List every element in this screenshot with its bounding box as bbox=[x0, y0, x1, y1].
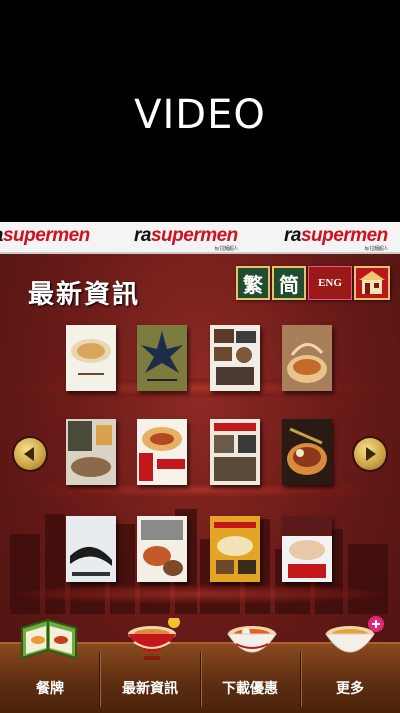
home-button[interactable] bbox=[354, 266, 390, 300]
previous-page-button[interactable] bbox=[14, 438, 46, 470]
tab-news[interactable]: 最新資訊 bbox=[100, 618, 200, 713]
arrow-left-icon bbox=[24, 447, 34, 461]
menu-book-icon bbox=[21, 618, 77, 660]
magazine-cover[interactable] bbox=[66, 325, 116, 391]
ramen-bowl-icon bbox=[128, 618, 180, 660]
arrow-right-icon bbox=[366, 447, 376, 461]
brand-logo: rasupermen by 拉麵超人 bbox=[134, 225, 238, 252]
tab-menu[interactable]: 餐牌 bbox=[0, 618, 100, 713]
shop-icon bbox=[359, 271, 385, 294]
brand-logo: rasupermen bbox=[0, 225, 90, 246]
tab-more[interactable]: 更多 bbox=[300, 616, 400, 713]
tab-news-label: 最新資訊 bbox=[122, 681, 178, 697]
magazine-cover[interactable] bbox=[282, 516, 332, 582]
magazine-cover[interactable] bbox=[137, 325, 187, 391]
ramen-bowl-icon bbox=[325, 616, 384, 653]
next-page-button[interactable] bbox=[354, 438, 386, 470]
lang-traditional-button[interactable]: 繁 bbox=[236, 266, 270, 300]
bottom-tab-bar: 餐牌 最新資訊 下載優惠 更多 bbox=[0, 616, 400, 713]
tab-coupons-label: 下載優惠 bbox=[222, 681, 278, 697]
shelf bbox=[14, 584, 386, 604]
magazine-cover[interactable] bbox=[210, 419, 260, 485]
video-area[interactable]: VIDEO bbox=[0, 0, 400, 222]
magazine-cover[interactable] bbox=[137, 516, 187, 582]
tab-coupons[interactable]: 下載優惠 bbox=[200, 626, 300, 713]
magazine-cover[interactable] bbox=[210, 325, 260, 391]
brand-banner: rasupermen rasupermen by 拉麵超人 rasupermen… bbox=[0, 222, 400, 254]
tab-menu-label: 餐牌 bbox=[36, 681, 64, 697]
magazine-cover[interactable] bbox=[282, 419, 332, 485]
page-title: 最新資訊 bbox=[28, 280, 141, 310]
magazine-cover[interactable] bbox=[282, 325, 332, 391]
lang-simplified-button[interactable]: 简 bbox=[272, 266, 306, 300]
ramen-bowl-icon bbox=[227, 626, 277, 653]
lang-english-button[interactable]: ENG bbox=[308, 266, 352, 300]
brand-logo: rasupermen by 拉麵超人 bbox=[284, 225, 388, 252]
magazine-cover[interactable] bbox=[137, 419, 187, 485]
video-label: VIDEO bbox=[134, 92, 266, 138]
magazine-cover[interactable] bbox=[66, 419, 116, 485]
magazine-cover[interactable] bbox=[210, 516, 260, 582]
tab-more-label: 更多 bbox=[336, 681, 364, 697]
magazine-cover[interactable] bbox=[66, 516, 116, 582]
